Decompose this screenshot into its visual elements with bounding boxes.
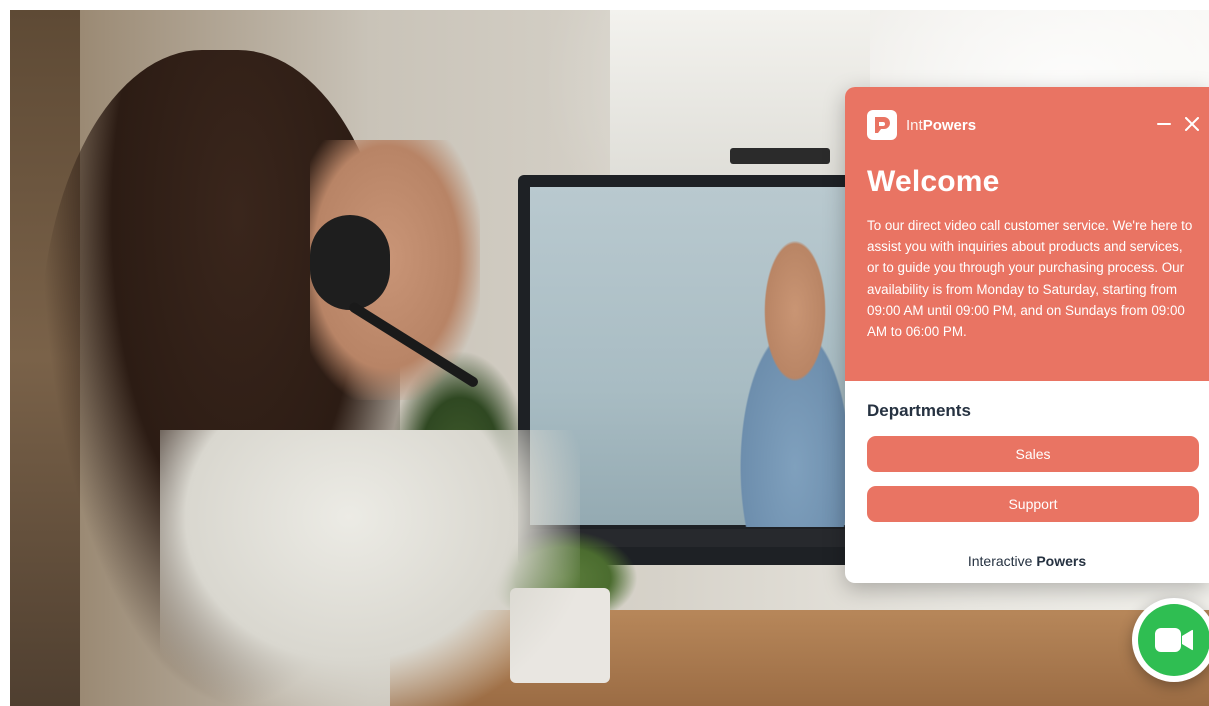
departments-title: Departments: [867, 401, 971, 420]
sales-button[interactable]: Sales: [867, 436, 1199, 472]
minimize-icon[interactable]: [1153, 113, 1175, 135]
widget-body: Departments Sales Support Interactive Po…: [845, 381, 1209, 583]
support-button[interactable]: Support: [867, 486, 1199, 522]
widget-header: IntPowers Welcome To our direct video ca…: [845, 87, 1209, 381]
brand-name: IntPowers: [906, 116, 977, 134]
headset: [310, 215, 390, 310]
page: IntPowers Welcome To our direct video ca…: [0, 0, 1209, 706]
video-call-button[interactable]: [1132, 598, 1209, 682]
video-call-widget: IntPowers Welcome To our direct video ca…: [845, 87, 1209, 583]
video-camera-icon: [1155, 628, 1193, 652]
close-icon[interactable]: [1181, 113, 1203, 135]
welcome-text: To our direct video call customer servic…: [867, 218, 1193, 340]
brand: IntPowers: [867, 109, 976, 141]
footer-brand: Interactive Powers: [967, 553, 1087, 569]
welcome-title: Welcome: [867, 165, 1000, 198]
webcam: [730, 148, 830, 164]
intpowers-logo-icon: [867, 110, 897, 140]
window-controls: [1147, 113, 1203, 135]
